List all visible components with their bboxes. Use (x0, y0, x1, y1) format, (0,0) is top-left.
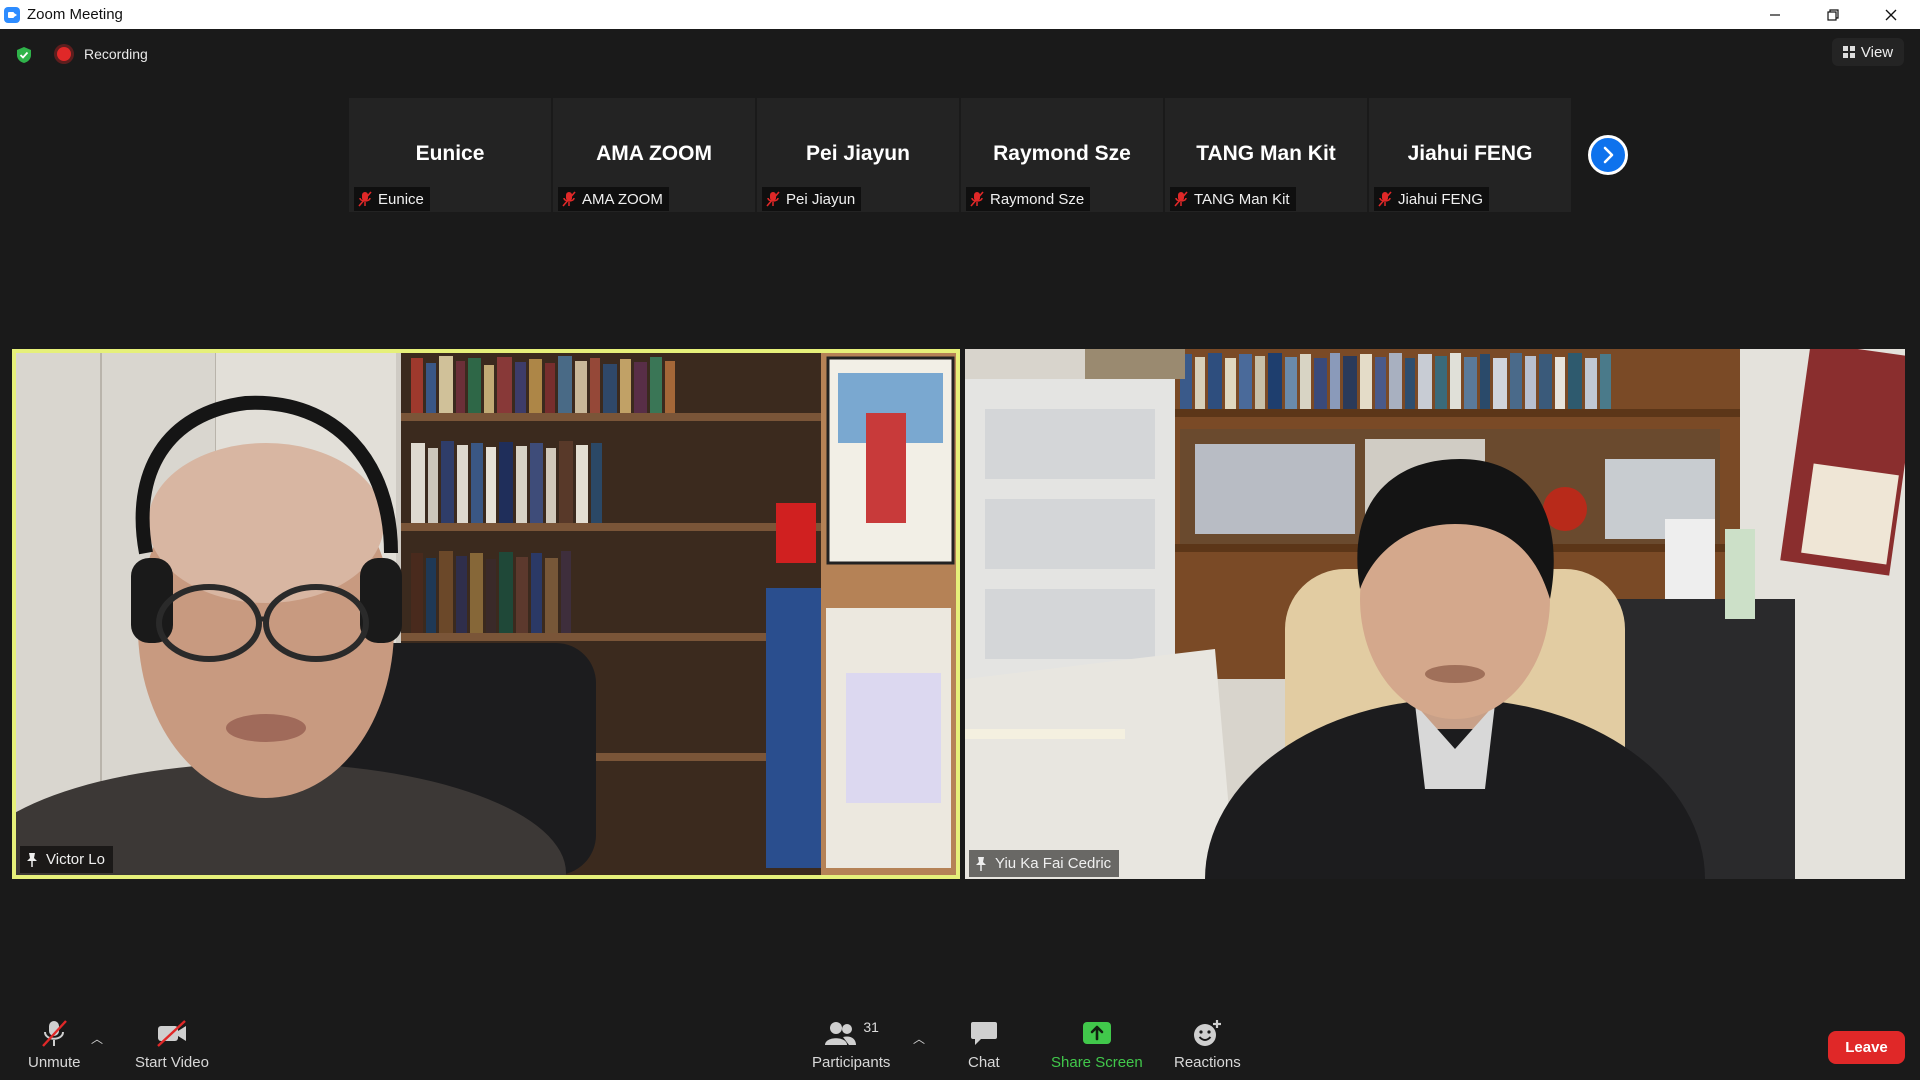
chat-button[interactable]: Chat (968, 1018, 1000, 1071)
audio-options-caret[interactable]: ︿ (91, 1030, 103, 1047)
microphone-muted-icon (1378, 191, 1392, 207)
restore-icon (1827, 8, 1839, 21)
zoom-app-icon (4, 6, 20, 23)
thumbnail-tag-label: Jiahui FENG (1398, 190, 1484, 208)
thumbnail-name-tag: Jiahui FENG (1374, 187, 1490, 211)
video-name-tag: Yiu Ka Fai Cedric (969, 850, 1120, 877)
video-tile-active-speaker[interactable]: Victor Lo (12, 349, 960, 879)
microphone-muted-icon (766, 191, 780, 207)
thumbnail-tag-label: Raymond Sze (990, 190, 1085, 208)
participants-options-caret[interactable]: ︿ (913, 1030, 925, 1047)
reactions-button[interactable]: Reactions (1174, 1018, 1241, 1071)
microphone-muted-icon (970, 191, 984, 207)
participant-video (965, 349, 1905, 879)
reactions-label: Reactions (1174, 1054, 1241, 1071)
close-icon (1885, 9, 1897, 20)
video-name-tag: Victor Lo (20, 846, 113, 873)
chat-label: Chat (968, 1054, 1000, 1071)
thumbnail-tag-label: Pei Jiayun (786, 190, 856, 208)
microphone-muted-icon (1174, 191, 1188, 207)
participant-thumbnail[interactable]: Pei Jiayun Pei Jiayun (757, 98, 959, 212)
start-video-label: Start Video (135, 1054, 209, 1071)
participants-button[interactable]: 31 Participants (812, 1018, 890, 1071)
thumbnail-display-name: Jiahui FENG (1407, 142, 1533, 165)
unmute-button[interactable]: Unmute (28, 1018, 81, 1071)
thumbnail-name-tag: Eunice (354, 187, 430, 211)
next-page-button[interactable] (1588, 135, 1628, 175)
thumbnail-tag-label: Eunice (378, 190, 424, 208)
thumbnail-display-name: TANG Man Kit (1196, 142, 1336, 165)
thumbnail-tag-label: TANG Man Kit (1194, 190, 1290, 208)
share-screen-label: Share Screen (1051, 1054, 1143, 1071)
thumbnail-display-name: Eunice (415, 142, 485, 165)
minimize-button[interactable] (1746, 0, 1804, 29)
participants-count: 31 (863, 1019, 879, 1035)
share-screen-icon (1082, 1022, 1111, 1044)
video-participant-name: Victor Lo (46, 851, 105, 868)
participant-thumbnail[interactable]: TANG Man Kit TANG Man Kit (1165, 98, 1367, 212)
participant-thumbnail[interactable]: AMA ZOOM AMA ZOOM (553, 98, 755, 212)
window-title: Zoom Meeting (27, 6, 123, 23)
microphone-muted-icon (562, 191, 576, 207)
thumbnail-name-tag: AMA ZOOM (558, 187, 669, 211)
thumbnail-tag-label: AMA ZOOM (582, 190, 663, 208)
recording-label: Recording (84, 46, 148, 62)
chat-bubble-icon (970, 1022, 997, 1045)
close-button[interactable] (1862, 0, 1920, 29)
minimize-icon (1770, 13, 1780, 16)
thumbnail-name-tag: Pei Jiayun (762, 187, 862, 211)
view-button[interactable]: View (1832, 38, 1904, 66)
meeting-toolbar: Unmute ︿ Start Video 31 Participants ︿ C… (0, 1010, 1920, 1080)
unmute-label: Unmute (28, 1054, 81, 1071)
microphone-muted-icon (42, 1020, 68, 1047)
thumbnail-name-tag: Raymond Sze (966, 187, 1091, 211)
shield-check-icon[interactable] (15, 46, 33, 64)
participant-thumbnail[interactable]: Raymond Sze Raymond Sze (961, 98, 1163, 212)
recording-dot-icon (57, 47, 71, 61)
grid-view-icon (1842, 46, 1855, 58)
participant-thumbnail[interactable]: Eunice Eunice (349, 98, 551, 212)
title-bar: Zoom Meeting (0, 0, 1920, 29)
participants-label: Participants (812, 1054, 891, 1071)
thumbnail-display-name: Raymond Sze (993, 142, 1131, 165)
participants-icon (825, 1022, 857, 1045)
video-off-icon (157, 1020, 186, 1047)
participant-thumbnail[interactable]: Jiahui FENG Jiahui FENG (1369, 98, 1571, 212)
chevron-right-icon (1603, 146, 1614, 164)
window-controls (1746, 0, 1920, 29)
start-video-button[interactable]: Start Video (135, 1018, 209, 1071)
thumbnail-name-tag: TANG Man Kit (1170, 187, 1296, 211)
share-screen-button[interactable]: Share Screen (1051, 1018, 1143, 1071)
leave-button[interactable]: Leave (1828, 1031, 1905, 1064)
view-label: View (1860, 43, 1894, 61)
video-participant-name: Yiu Ka Fai Cedric (995, 855, 1112, 872)
pin-icon (976, 856, 986, 871)
restore-button[interactable] (1804, 0, 1862, 29)
pin-icon (27, 852, 37, 867)
thumbnail-display-name: AMA ZOOM (596, 142, 712, 165)
video-tile[interactable]: Yiu Ka Fai Cedric (965, 349, 1905, 879)
participant-video (16, 353, 956, 875)
emoji-add-icon (1194, 1020, 1222, 1046)
participant-thumbnail-strip: Eunice Eunice AMA ZOOM AMA ZOOM Pei Jiay… (349, 98, 1571, 212)
microphone-muted-icon (358, 191, 372, 207)
thumbnail-display-name: Pei Jiayun (806, 142, 910, 165)
